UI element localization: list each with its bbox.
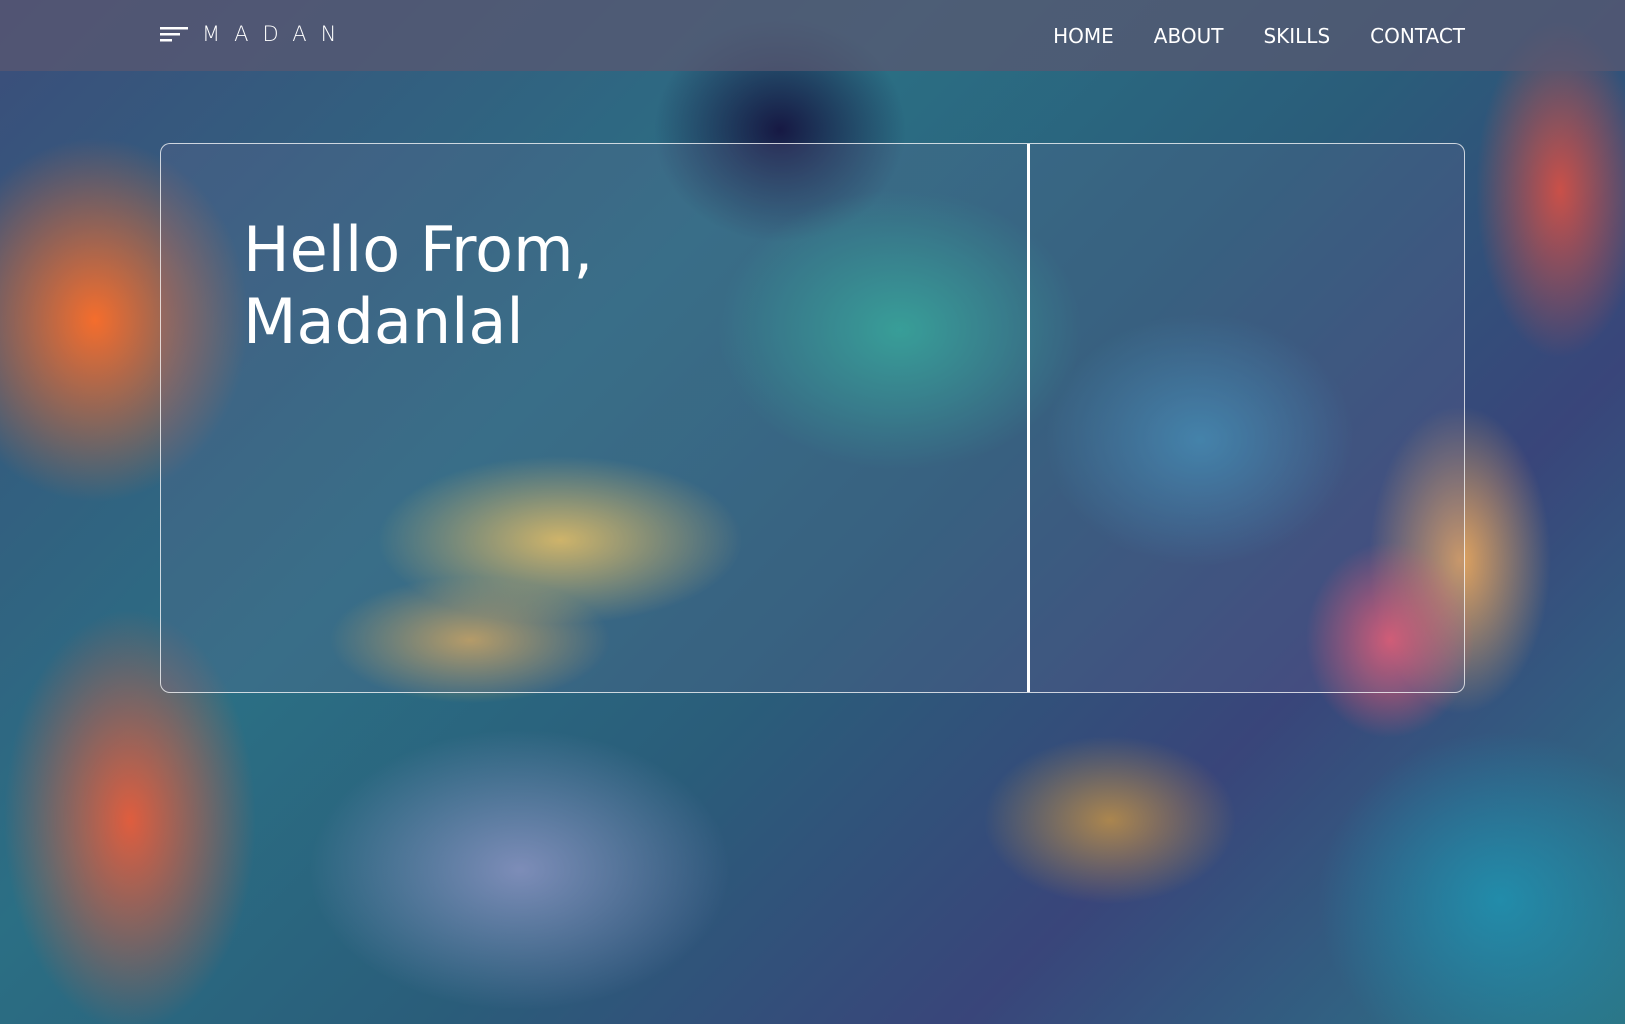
hero-title-line-2: Madanlal — [243, 285, 524, 358]
main-nav: HOME ABOUT SKILLS CONTACT — [1013, 24, 1465, 48]
navbar: MADAN HOME ABOUT SKILLS CONTACT — [0, 0, 1625, 71]
hamburger-menu-icon[interactable] — [160, 24, 188, 44]
hero-title: Hello From, Madanlal — [243, 214, 593, 358]
nav-about[interactable]: ABOUT — [1154, 24, 1224, 48]
nav-skills[interactable]: SKILLS — [1263, 24, 1330, 48]
hero-title-line-1: Hello From, — [243, 213, 594, 286]
nav-home[interactable]: HOME — [1053, 24, 1114, 48]
logo-text[interactable]: MADAN — [202, 22, 350, 46]
brand-logo[interactable]: MADAN — [160, 22, 350, 46]
nav-contact[interactable]: CONTACT — [1370, 24, 1465, 48]
hero-card: Hello From, Madanlal — [160, 143, 1465, 693]
hero-divider — [1027, 144, 1030, 692]
